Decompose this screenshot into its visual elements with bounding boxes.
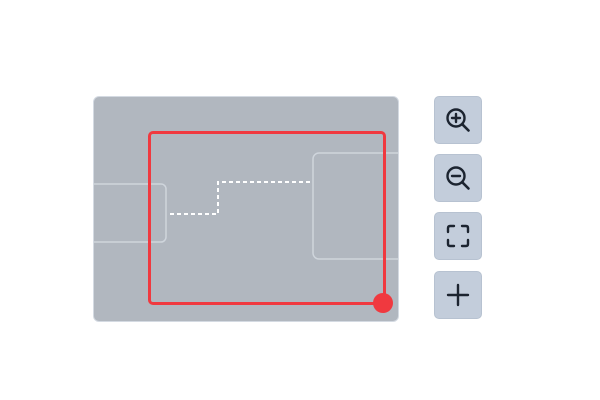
fit-view-button[interactable] bbox=[434, 212, 482, 260]
add-button[interactable] bbox=[434, 271, 482, 319]
zoom-in-button[interactable] bbox=[434, 96, 482, 144]
plus-icon bbox=[446, 283, 470, 307]
zoom-out-icon bbox=[446, 166, 470, 190]
minimap-viewport-frame[interactable] bbox=[148, 131, 386, 305]
viewport-resize-handle[interactable] bbox=[373, 293, 393, 313]
fit-view-icon bbox=[446, 224, 470, 248]
canvas-area bbox=[0, 0, 600, 400]
zoom-out-button[interactable] bbox=[434, 154, 482, 202]
minimap[interactable] bbox=[93, 96, 399, 322]
zoom-in-icon bbox=[446, 108, 470, 132]
